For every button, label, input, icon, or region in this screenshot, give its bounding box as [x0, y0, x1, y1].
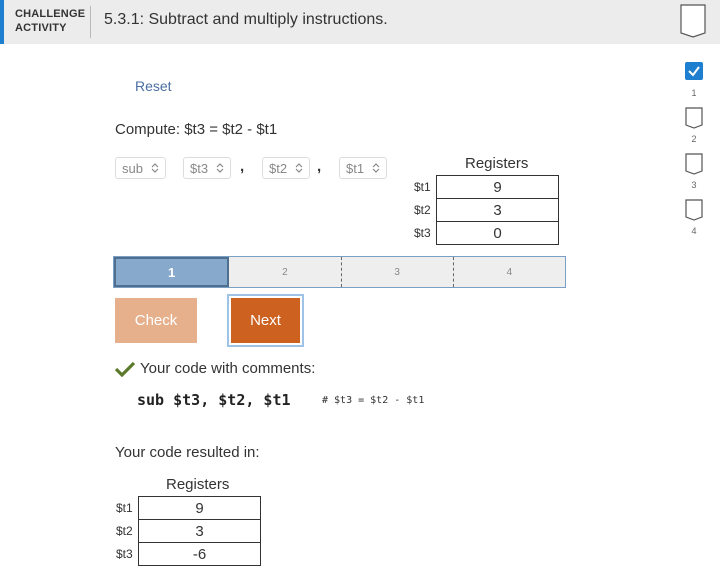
activity-type-line2: ACTIVITY [15, 22, 67, 34]
register-value: -6 [138, 542, 261, 566]
activity-title: 5.3.1: Subtract and multiply instruction… [104, 11, 388, 28]
chevron-updown-icon [295, 163, 303, 173]
step-3[interactable]: 3 [340, 257, 453, 287]
register-value: 3 [436, 198, 559, 222]
level-progress-bar: 1 2 3 4 [113, 256, 566, 288]
level-number: 1 [691, 88, 697, 98]
level-number: 4 [691, 226, 697, 236]
header-divider [90, 6, 91, 38]
step-4[interactable]: 4 [452, 257, 565, 287]
rt-register-value: $t1 [346, 160, 365, 176]
bookmark-icon[interactable] [680, 4, 706, 38]
operand-separator: , [317, 158, 322, 175]
register-label: $t2 [116, 524, 133, 538]
registers-table: 9 3 0 [436, 175, 559, 245]
level-bookmark-icon[interactable] [685, 153, 703, 175]
operand-separator: , [240, 158, 245, 175]
rd-register-value: $t3 [190, 160, 209, 176]
register-label: $t1 [414, 180, 431, 194]
rs-register-select[interactable]: $t2 [262, 157, 311, 179]
task-prompt: Compute: $t3 = $t2 - $t1 [115, 121, 278, 138]
rt-register-select[interactable]: $t1 [339, 157, 388, 179]
checkmark-icon [115, 361, 135, 377]
check-button[interactable]: Check [115, 298, 197, 343]
code-line: sub $t3, $t2, $t1 [137, 391, 291, 409]
rd-register-select[interactable]: $t3 [183, 157, 232, 179]
activity-type-line1: CHALLENGE [15, 8, 86, 20]
register-value: 3 [138, 519, 261, 543]
result-registers-table: 9 3 -6 [138, 496, 261, 566]
activity-header: CHALLENGE ACTIVITY 5.3.1: Subtract and m… [0, 0, 720, 44]
level-complete-icon[interactable] [685, 62, 703, 80]
register-label: $t1 [116, 501, 133, 515]
level-number: 2 [691, 134, 697, 144]
next-button[interactable]: Next [227, 294, 304, 347]
feedback-message: Your code with comments: [115, 360, 315, 377]
level-bookmark-icon[interactable] [685, 107, 703, 129]
registers-title: Registers [465, 155, 529, 172]
chevron-updown-icon [372, 163, 380, 173]
level-bookmark-icon[interactable] [685, 199, 703, 221]
result-registers-title: Registers [166, 476, 230, 493]
level-number: 3 [691, 180, 697, 190]
feedback-text: Your code with comments: [140, 360, 316, 377]
register-value: 0 [436, 221, 559, 245]
activity-type-label: CHALLENGE ACTIVITY [15, 7, 85, 35]
step-2[interactable]: 2 [229, 257, 340, 287]
register-label: $t3 [414, 226, 431, 240]
register-label: $t2 [414, 203, 431, 217]
header-accent-bar [0, 0, 4, 44]
chevron-updown-icon [216, 163, 224, 173]
rs-register-value: $t2 [269, 160, 288, 176]
register-value: 9 [138, 496, 261, 520]
chevron-updown-icon [151, 163, 159, 173]
result-label: Your code resulted in: [115, 444, 260, 461]
step-1[interactable]: 1 [114, 257, 230, 287]
register-label: $t3 [116, 547, 133, 561]
reset-link[interactable]: Reset [135, 78, 172, 94]
register-value: 9 [436, 175, 559, 199]
code-comment: # $t3 = $t2 - $t1 [322, 395, 425, 406]
opcode-value: sub [122, 160, 143, 176]
opcode-select[interactable]: sub [115, 157, 166, 179]
